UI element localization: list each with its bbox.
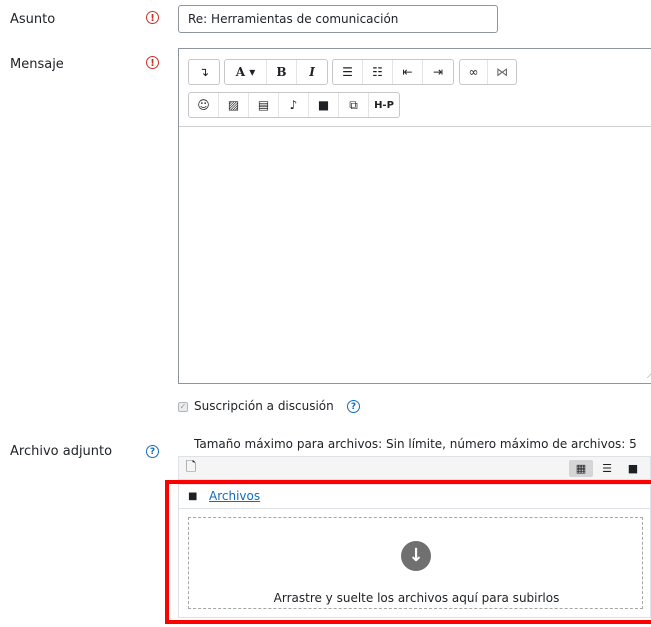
subscription-label: Suscripción a discusión <box>194 399 334 413</box>
folder-view-icon[interactable]: ■ <box>623 460 643 477</box>
help-icon[interactable]: ? <box>146 445 159 458</box>
record-audio-icon[interactable]: ♪ <box>279 93 309 117</box>
outdent-icon[interactable]: ⇤ <box>393 60 423 84</box>
resize-handle[interactable]: ⟋ <box>647 371 651 381</box>
subject-input-value: Re: Herramientas de comunicación <box>188 12 399 26</box>
grid-view-icon[interactable]: ▦ <box>569 460 593 477</box>
message-editor: ↴ A ▾ B I ☰ ☷ ⇤ ⇥ ∞ ⋈ ☺ ▨ ▤ ♪ ■ ⧉ H-P ⟋ <box>178 48 651 384</box>
required-icon: ! <box>146 11 159 24</box>
image-icon[interactable]: ▨ <box>219 93 249 117</box>
unordered-list-icon[interactable]: ☰ <box>333 60 363 84</box>
dropzone-text: Arrastre y suelte los archivos aquí para… <box>273 591 560 605</box>
attachment-label: Archivo adjunto <box>10 444 113 459</box>
ordered-list-icon[interactable]: ☷ <box>363 60 393 84</box>
help-icon[interactable]: ? <box>347 400 360 413</box>
toolbar-row-2: ☺ ▨ ▤ ♪ ■ ⧉ H-P <box>188 92 648 118</box>
indent-icon[interactable]: ⇥ <box>423 60 453 84</box>
required-icon: ! <box>146 56 159 69</box>
toolbar-row-1: ↴ A ▾ B I ☰ ☷ ⇤ ⇥ ∞ ⋈ <box>188 59 648 85</box>
bold-icon[interactable]: B <box>267 60 297 84</box>
italic-icon[interactable]: I <box>297 60 327 84</box>
subject-label: Asunto <box>10 12 56 27</box>
font-color-icon[interactable]: A ▾ <box>225 60 267 84</box>
folder-divider <box>179 508 650 509</box>
h5p-icon[interactable]: H-P <box>369 93 399 117</box>
toolbar-group-style: A ▾ B I <box>224 59 328 85</box>
add-file-icon[interactable]: 🗋 <box>183 460 199 476</box>
unlink-icon[interactable]: ⋈ <box>488 60 516 84</box>
manage-files-icon[interactable]: ⧉ <box>339 93 369 117</box>
file-dropzone[interactable]: ↓ Arrastre y suelte los archivos aquí pa… <box>188 517 643 609</box>
message-textarea[interactable] <box>179 127 651 383</box>
attachment-limit-text: Tamaño máximo para archivos: Sin límite,… <box>194 437 637 451</box>
collapse-icon[interactable]: ↴ <box>189 60 219 84</box>
filemanager-toolbar: 🗋 ▦ ☰ ■ <box>178 456 651 480</box>
list-view-icon[interactable]: ☰ <box>597 460 617 477</box>
folder-link[interactable]: Archivos <box>209 489 260 503</box>
subscription-checkbox[interactable]: ✓ <box>178 402 188 412</box>
toolbar-group-collapse: ↴ <box>188 59 220 85</box>
media-icon[interactable]: ▤ <box>249 93 279 117</box>
subject-input[interactable]: Re: Herramientas de comunicación <box>178 5 498 33</box>
record-video-icon[interactable]: ■ <box>309 93 339 117</box>
filemanager-panel: ■ Archivos ↓ Arrastre y suelte los archi… <box>178 484 651 618</box>
toolbar-group-lists: ☰ ☷ ⇤ ⇥ <box>332 59 454 85</box>
emoji-icon[interactable]: ☺ <box>189 93 219 117</box>
link-icon[interactable]: ∞ <box>460 60 488 84</box>
toolbar-group-insert: ☺ ▨ ▤ ♪ ■ ⧉ H-P <box>188 92 400 118</box>
folder-icon: ■ <box>188 491 198 502</box>
toolbar-group-links: ∞ ⋈ <box>459 59 517 85</box>
message-label: Mensaje <box>10 57 64 72</box>
download-arrow-icon: ↓ <box>401 541 431 571</box>
